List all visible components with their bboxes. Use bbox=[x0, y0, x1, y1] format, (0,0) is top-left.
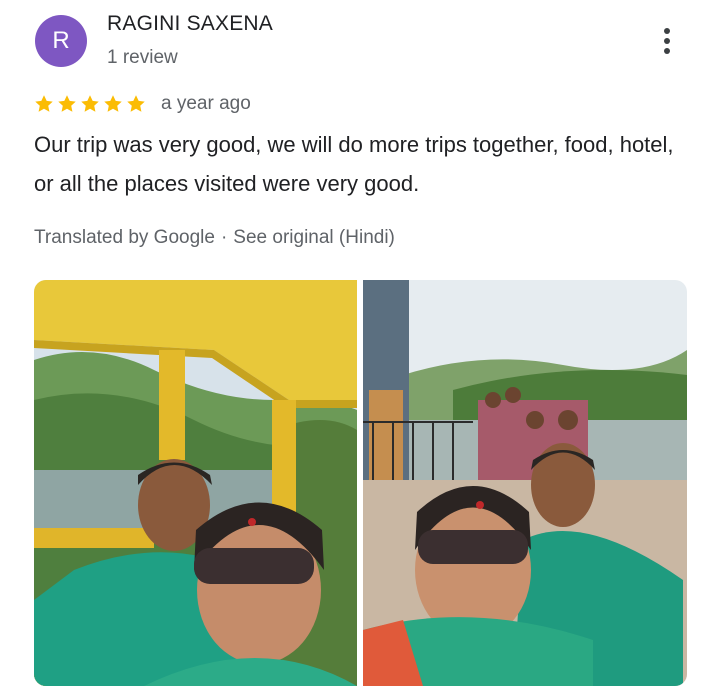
photo-1-image bbox=[34, 280, 357, 686]
review-text: Our trip was very good, we will do more … bbox=[34, 132, 674, 196]
star-icon bbox=[79, 93, 101, 115]
avatar-initial: R bbox=[52, 27, 70, 54]
more-vert-icon bbox=[664, 28, 670, 54]
photo-2-image bbox=[363, 280, 687, 686]
more-options-button[interactable] bbox=[650, 24, 684, 58]
rating-row: a year ago bbox=[33, 92, 251, 116]
translated-by-label: Translated by Google bbox=[34, 227, 215, 248]
review-photo-1[interactable] bbox=[34, 280, 357, 686]
avatar[interactable]: R bbox=[35, 15, 87, 67]
separator: · bbox=[220, 227, 228, 248]
review-photo-2[interactable] bbox=[363, 280, 687, 686]
star-icon bbox=[33, 93, 55, 115]
review-count: 1 review bbox=[107, 47, 178, 68]
star-icon bbox=[56, 93, 78, 115]
star-icon bbox=[102, 93, 124, 115]
star-icon bbox=[125, 93, 147, 115]
see-original-link[interactable]: See original (Hindi) bbox=[233, 227, 395, 248]
star-rating bbox=[33, 93, 147, 115]
reviewer-name[interactable]: RAGINI SAXENA bbox=[107, 12, 273, 36]
review-date: a year ago bbox=[161, 93, 251, 114]
translation-row: Translated by Google · See original (Hindi… bbox=[34, 227, 395, 249]
